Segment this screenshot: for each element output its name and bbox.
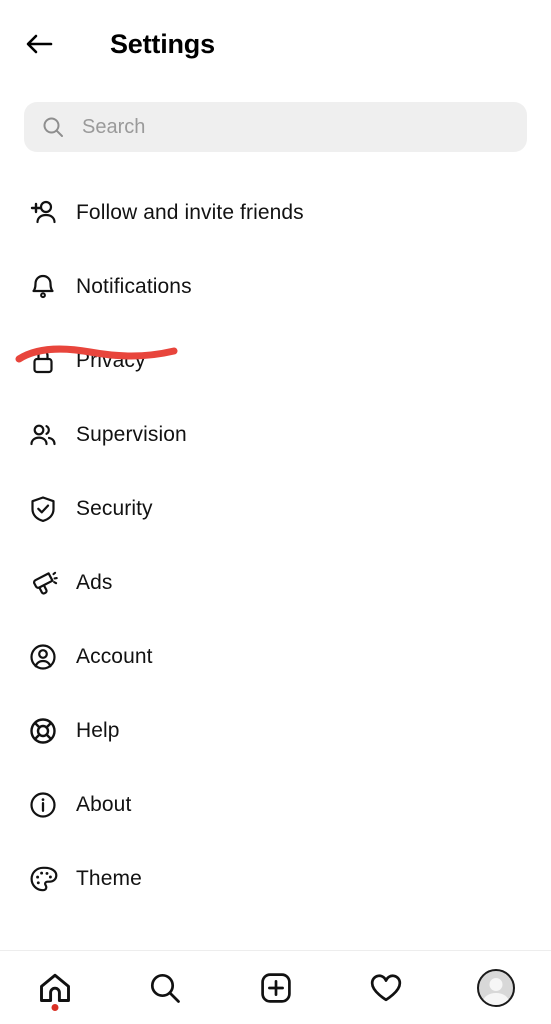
settings-item-label: Ads [76,571,113,594]
settings-item-security[interactable]: Security [0,472,551,546]
settings-item-label: Privacy [76,349,146,372]
settings-item-label: Account [76,645,153,668]
settings-item-follow-and-invite-friends[interactable]: Follow and invite friends [0,176,551,250]
user-circle-icon [24,638,62,676]
arrow-left-icon [26,34,53,54]
settings-item-account[interactable]: Account [0,620,551,694]
search-section [0,102,551,152]
palette-icon [24,860,62,898]
lifebuoy-icon [24,712,62,750]
nav-item-search[interactable] [110,951,220,1024]
settings-item-label: Help [76,719,120,742]
search-icon [151,973,181,1003]
home-notification-dot [51,1004,59,1011]
search-input[interactable] [82,102,511,152]
heart-icon [370,973,401,1001]
nav-item-create[interactable] [220,951,330,1024]
page-title: Settings [110,28,215,59]
settings-item-supervision[interactable]: Supervision [0,398,551,472]
info-circle-icon [24,786,62,824]
back-button[interactable] [24,22,68,66]
nav-item-activity[interactable] [331,951,441,1024]
settings-item-label: Supervision [76,423,187,446]
search-box[interactable] [24,102,527,152]
settings-item-privacy[interactable]: Privacy [0,324,551,398]
plus-square-icon [260,972,291,1003]
settings-item-label: Notifications [76,275,192,298]
megaphone-icon [24,564,62,602]
settings-item-theme[interactable]: Theme [0,842,551,916]
settings-item-help[interactable]: Help [0,694,551,768]
settings-item-ads[interactable]: Ads [0,546,551,620]
search-icon [40,114,66,140]
settings-item-label: Theme [76,867,142,890]
person-add-icon [24,194,62,232]
settings-item-label: Security [76,497,153,520]
page-header: Settings [0,0,551,88]
lock-icon [24,342,62,380]
nav-item-home[interactable] [0,951,110,1024]
bell-icon [24,268,62,306]
shield-check-icon [24,490,62,528]
settings-list: Follow and invite friends Notifications … [0,176,551,916]
nav-item-profile[interactable] [441,951,551,1024]
people-group-icon [24,416,62,454]
bottom-navigation-bar [0,950,551,1024]
avatar [476,968,515,1007]
settings-item-notifications[interactable]: Notifications [0,250,551,324]
settings-item-label: Follow and invite friends [76,201,304,224]
settings-item-about[interactable]: About [0,768,551,842]
home-icon [40,973,71,1002]
settings-item-label: About [76,793,132,816]
